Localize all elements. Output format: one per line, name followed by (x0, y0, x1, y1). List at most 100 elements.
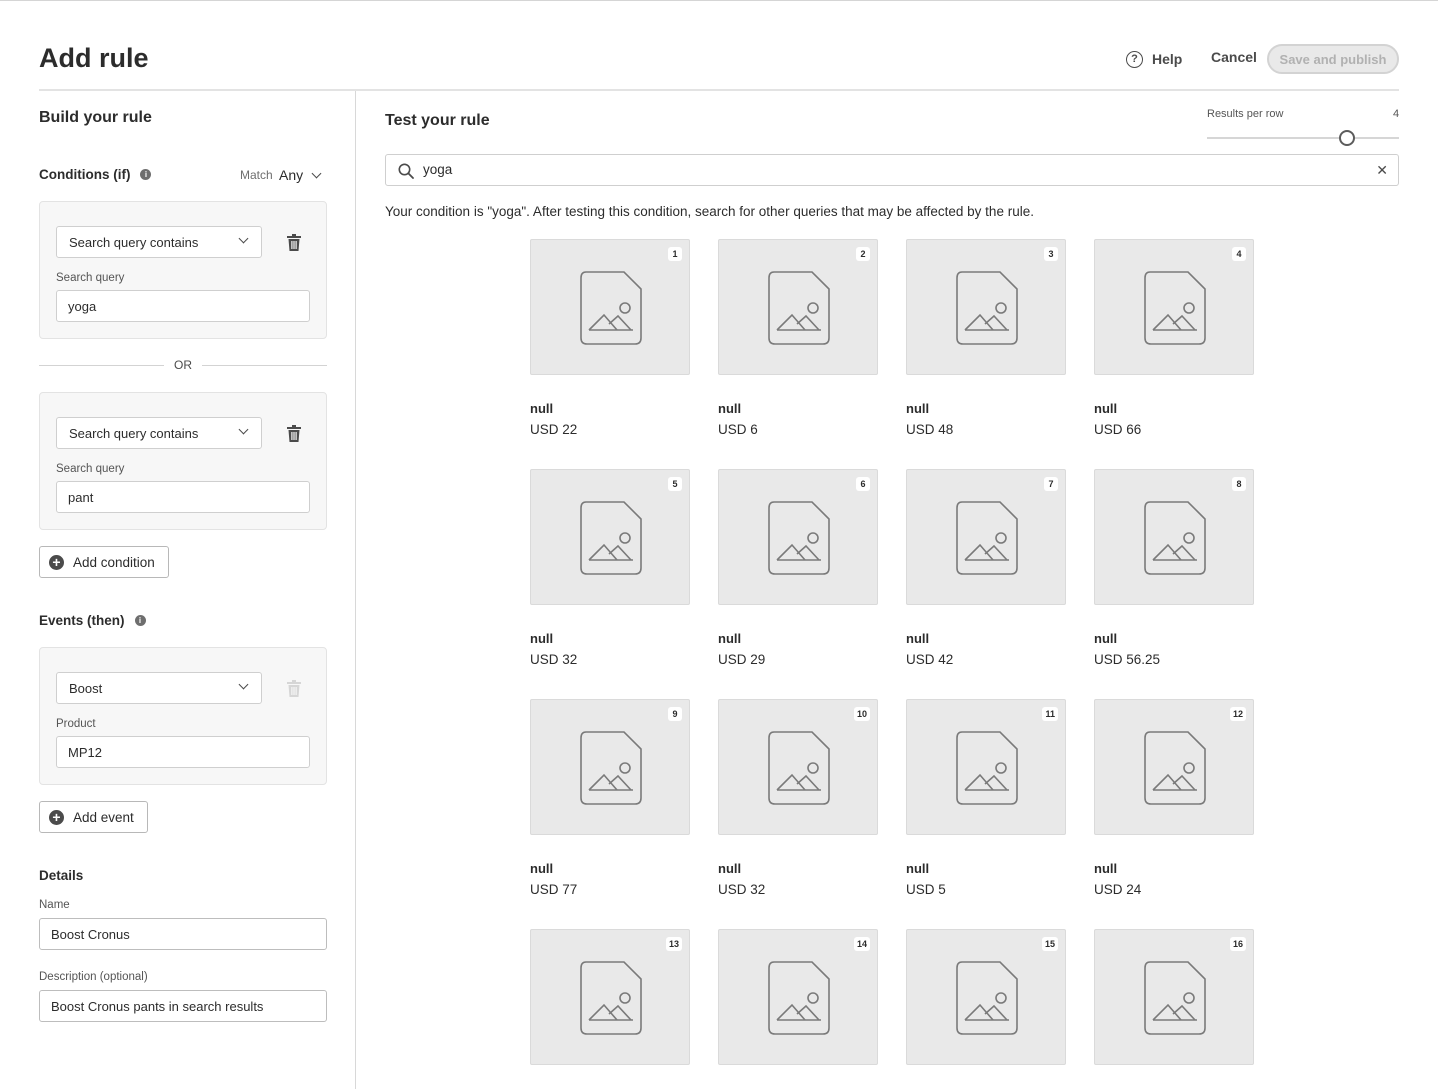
product-tile[interactable]: 6 null USD 29 (718, 469, 878, 667)
condition-type-value: Search query contains (69, 425, 199, 441)
close-icon[interactable]: ✕ (1376, 162, 1388, 179)
product-tile[interactable]: 13 (530, 929, 690, 1065)
product-price: USD 77 (530, 882, 578, 897)
product-name: null (1094, 401, 1118, 416)
page-title: Add rule (39, 43, 149, 73)
image-placeholder-icon (580, 271, 642, 345)
product-thumbnail: 13 (530, 929, 690, 1065)
product-thumbnail: 8 (1094, 469, 1254, 605)
image-placeholder-icon (956, 731, 1018, 805)
add-circle-icon: + (49, 554, 64, 570)
results-per-row-value: 4 (1393, 108, 1400, 120)
product-tile[interactable]: 10 null USD 32 (718, 699, 878, 897)
product-price: USD 66 (1094, 422, 1142, 437)
page-header: Add rule ? Help Cancel Save and publish (39, 40, 1399, 90)
add-event-button[interactable]: + Add event (39, 801, 148, 833)
rank-badge: 16 (1229, 937, 1246, 951)
image-placeholder-icon (1144, 271, 1206, 345)
product-tile[interactable]: 9 null USD 77 (530, 699, 690, 897)
product-price: USD 5 (906, 882, 946, 897)
condition-type-select[interactable]: Search query contains (56, 226, 262, 258)
product-name: null (718, 861, 742, 876)
product-tile[interactable]: 1 null USD 22 (530, 239, 690, 437)
image-placeholder-icon (768, 961, 830, 1035)
chevron-down-icon (238, 679, 249, 690)
add-condition-label: Add condition (73, 554, 155, 570)
help-button[interactable]: ? Help (1126, 49, 1182, 69)
image-placeholder-icon (580, 501, 642, 575)
or-label: OR (174, 358, 192, 372)
details-heading: Details (39, 868, 83, 883)
trash-icon[interactable] (287, 425, 301, 442)
product-name: null (718, 631, 742, 646)
conditions-title: Conditions (if) (39, 167, 131, 182)
rank-badge: 1 (668, 247, 682, 261)
product-thumbnail: 1 (530, 239, 690, 375)
event-type-select[interactable]: Boost (56, 672, 262, 704)
product-thumbnail: 6 (718, 469, 878, 605)
match-value: Any (279, 167, 304, 183)
product-tile[interactable]: 7 null USD 42 (906, 469, 1066, 667)
panel-divider (355, 91, 356, 1089)
product-thumbnail: 5 (530, 469, 690, 605)
product-tile[interactable]: 14 (718, 929, 878, 1065)
product-tile[interactable]: 2 null USD 6 (718, 239, 878, 437)
event-card: Boost Product MP12 (39, 647, 327, 785)
test-search-value: yoga (423, 162, 453, 177)
name-input[interactable]: Boost Cronus (39, 918, 327, 950)
details-title: Details (39, 868, 84, 883)
description-input[interactable]: Boost Cronus pants in search results (39, 990, 327, 1022)
search-query-input[interactable]: yoga (56, 290, 310, 322)
match-label: Match (240, 168, 273, 182)
description-label: Description (optional) (39, 971, 148, 983)
add-condition-button[interactable]: + Add condition (39, 546, 169, 578)
search-query-input[interactable]: pant (56, 481, 310, 513)
header-divider (39, 89, 1399, 91)
info-icon[interactable]: i (140, 169, 152, 180)
search-icon (398, 163, 414, 179)
product-name: null (1094, 631, 1118, 646)
product-tile[interactable]: 4 null USD 66 (1094, 239, 1254, 437)
match-dropdown[interactable]: Any (279, 167, 322, 183)
condition-hint-text: Your condition is "yoga". After testing … (385, 204, 1034, 219)
product-label: Product (56, 718, 96, 730)
product-thumbnail: 3 (906, 239, 1066, 375)
product-tile[interactable]: 11 null USD 5 (906, 699, 1066, 897)
product-tile[interactable]: 12 null USD 24 (1094, 699, 1254, 897)
product-tile[interactable]: 8 null USD 56.25 (1094, 469, 1254, 667)
image-placeholder-icon (956, 271, 1018, 345)
image-placeholder-icon (1144, 501, 1206, 575)
rank-badge: 3 (1044, 247, 1058, 261)
cancel-button[interactable]: Cancel (1211, 49, 1257, 65)
product-thumbnail: 15 (906, 929, 1066, 1065)
product-input[interactable]: MP12 (56, 736, 310, 768)
product-price: USD 32 (530, 652, 578, 667)
save-and-publish-button[interactable]: Save and publish (1267, 44, 1399, 74)
chevron-down-icon (311, 168, 322, 178)
condition-card: Search query contains Search query pant (39, 392, 327, 530)
product-tile[interactable]: 15 (906, 929, 1066, 1065)
results-per-row-slider-handle[interactable] (1339, 130, 1355, 146)
condition-type-value: Search query contains (69, 234, 199, 250)
product-name: null (530, 861, 554, 876)
test-search-input[interactable]: yoga ✕ (385, 154, 1399, 186)
add-circle-icon: + (49, 809, 64, 825)
info-icon[interactable]: i (134, 615, 146, 626)
rank-badge: 15 (1041, 937, 1058, 951)
or-line-left (39, 364, 164, 366)
product-tile[interactable]: 5 null USD 32 (530, 469, 690, 667)
product-tile[interactable]: 16 (1094, 929, 1254, 1065)
results-per-row-label: Results per row (1207, 108, 1284, 120)
image-placeholder-icon (956, 501, 1018, 575)
results-per-row-slider[interactable] (1207, 137, 1399, 139)
product-price: USD 29 (718, 652, 766, 667)
product-name: null (718, 401, 742, 416)
trash-icon[interactable] (287, 234, 301, 251)
condition-card: Search query contains Search query yoga (39, 201, 327, 339)
product-price: USD 42 (906, 652, 954, 667)
search-query-label: Search query (56, 463, 125, 475)
product-tile[interactable]: 3 null USD 48 (906, 239, 1066, 437)
product-name: null (530, 631, 554, 646)
condition-type-select[interactable]: Search query contains (56, 417, 262, 449)
event-type-value: Boost (69, 680, 103, 696)
